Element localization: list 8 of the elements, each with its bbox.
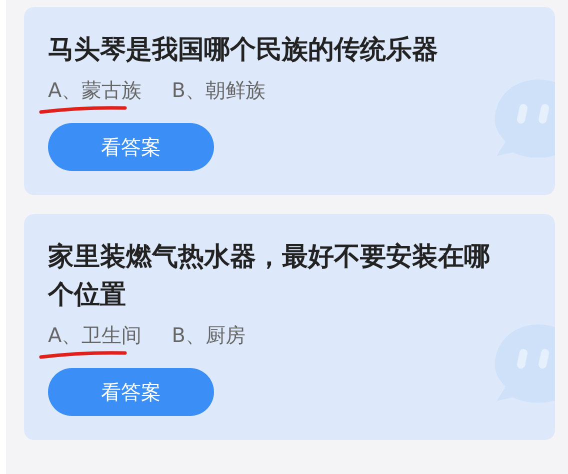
show-answer-button[interactable]: 看答案 <box>48 123 214 171</box>
answer-option: A、卫生间 <box>48 320 142 350</box>
question-title: 家里装燃气热水器，最好不要安装在哪个位置 <box>48 241 491 312</box>
show-answer-button[interactable]: 看答案 <box>48 368 214 416</box>
question-title: 马头琴是我国哪个民族的传统乐器 <box>48 34 439 67</box>
answer-option: B、朝鲜族 <box>172 75 266 105</box>
answer-option: B、厨房 <box>172 320 246 350</box>
answer-option: A、蒙古族 <box>48 75 142 105</box>
